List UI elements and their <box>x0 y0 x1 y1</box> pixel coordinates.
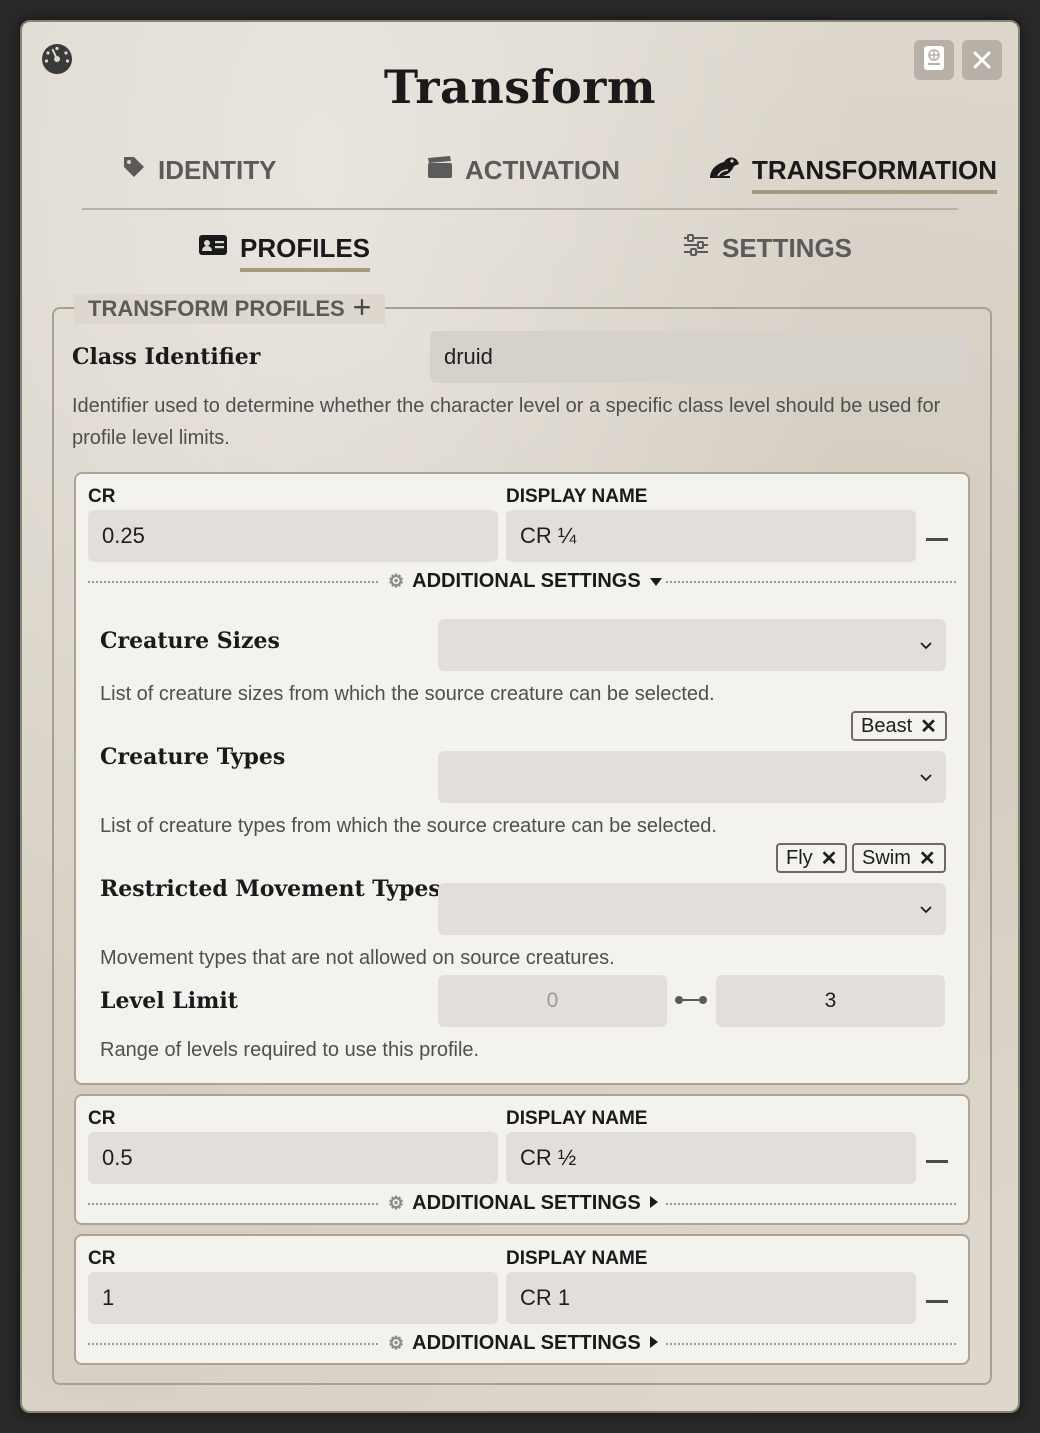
sheet-icon <box>923 45 945 76</box>
remove-tag-icon[interactable]: ✕ <box>919 846 936 871</box>
level-limit-hint: Range of levels required to use this pro… <box>100 1039 480 1061</box>
divider <box>666 1343 956 1345</box>
tag-fly[interactable]: Fly ✕ <box>776 843 848 873</box>
creature-sizes-select[interactable] <box>438 619 946 671</box>
display-name-label: DISPLAY NAME <box>506 1248 648 1269</box>
tab-identity[interactable]: IDENTITY <box>122 150 276 190</box>
tag-label: Fly <box>786 846 813 869</box>
level-limit-min-input[interactable]: 0 <box>438 975 667 1027</box>
sheet-button[interactable] <box>914 40 954 80</box>
level-limit-label: Level Limit <box>100 988 238 1014</box>
additional-settings-toggle[interactable]: ⚙ ADDITIONAL SETTINGS <box>388 570 663 593</box>
creature-sizes-hint: List of creature sizes from which the so… <box>100 683 715 705</box>
class-identifier-label: Class Identifier <box>72 344 261 370</box>
legend-label: TRANSFORM PROFILES <box>88 296 345 321</box>
profile-card: CR DISPLAY NAME 0.5 CR ½ ⚙ ADDITIONAL SE… <box>74 1094 970 1225</box>
primary-tabs: IDENTITY ACTIVATION TRANSFORMATION <box>22 150 1018 210</box>
chevron-down-icon <box>920 903 932 915</box>
profile-card: CR DISPLAY NAME 0.25 CR ¼ ⚙ ADDITIONAL S… <box>74 472 970 1085</box>
restricted-movement-hint: Movement types that are not allowed on s… <box>100 947 615 969</box>
tab-transformation[interactable]: TRANSFORMATION <box>708 150 998 194</box>
caret-right-icon <box>649 1332 659 1355</box>
transform-dialog: Transform IDENTITY ACTIVATION TRANSFORMA… <box>20 20 1020 1413</box>
divider <box>88 1343 378 1345</box>
profile-card: CR DISPLAY NAME 1 CR 1 ⚙ ADDITIONAL SETT… <box>74 1234 970 1365</box>
remove-profile-button[interactable] <box>926 538 948 541</box>
tab-label: ACTIVATION <box>465 154 621 185</box>
level-limit-max-input[interactable]: 3 <box>716 975 945 1027</box>
additional-settings-label: ADDITIONAL SETTINGS <box>412 1332 641 1354</box>
tab-label: SETTINGS <box>722 232 853 263</box>
divider <box>666 1203 956 1205</box>
tag-swim[interactable]: Swim ✕ <box>852 843 946 873</box>
sliders-icon <box>682 233 710 264</box>
range-connector-icon <box>674 992 708 1013</box>
cr-label: CR <box>88 1108 116 1129</box>
cr-input[interactable]: 1 <box>88 1272 498 1324</box>
remove-profile-button[interactable] <box>926 1300 948 1303</box>
additional-settings-label: ADDITIONAL SETTINGS <box>412 570 641 592</box>
tag-icon <box>122 155 146 186</box>
display-name-input[interactable]: CR ¼ <box>506 510 916 562</box>
add-profile-button[interactable]: + <box>353 289 372 326</box>
frog-icon <box>708 154 740 187</box>
tab-settings[interactable]: SETTINGS <box>682 228 852 268</box>
gears-icon: ⚙ <box>388 1193 405 1213</box>
tab-activation[interactable]: ACTIVATION <box>427 150 620 190</box>
id-card-icon <box>198 233 228 264</box>
caret-down-icon <box>649 570 663 593</box>
creature-sizes-label: Creature Sizes <box>100 628 280 654</box>
display-name-input[interactable]: CR ½ <box>506 1132 916 1184</box>
creature-types-select[interactable] <box>438 751 946 803</box>
divider <box>666 581 956 583</box>
divider <box>88 1203 378 1205</box>
remove-tag-icon[interactable]: ✕ <box>920 714 937 739</box>
cr-label: CR <box>88 486 116 507</box>
tab-label: IDENTITY <box>158 154 277 185</box>
class-identifier-hint: Identifier used to determine whether the… <box>72 395 941 449</box>
tabs-divider <box>82 208 958 210</box>
display-name-input[interactable]: CR 1 <box>506 1272 916 1324</box>
close-icon <box>973 44 991 76</box>
display-name-label: DISPLAY NAME <box>506 1108 648 1129</box>
cr-input[interactable]: 0.25 <box>88 510 498 562</box>
dialog-title: Transform <box>383 60 657 114</box>
tag-beast[interactable]: Beast ✕ <box>851 711 947 741</box>
additional-settings-toggle[interactable]: ⚙ ADDITIONAL SETTINGS <box>388 1192 659 1215</box>
remove-profile-button[interactable] <box>926 1160 948 1163</box>
cr-input[interactable]: 0.5 <box>88 1132 498 1184</box>
class-identifier-input[interactable]: druid <box>430 331 970 383</box>
tab-label: PROFILES <box>240 233 371 272</box>
close-button[interactable] <box>962 40 1002 80</box>
additional-settings-label: ADDITIONAL SETTINGS <box>412 1192 641 1214</box>
tag-label: Swim <box>862 846 911 869</box>
cr-label: CR <box>88 1248 116 1269</box>
transform-profiles-legend: TRANSFORM PROFILES + <box>74 289 386 325</box>
tag-label: Beast <box>861 714 913 737</box>
gears-icon: ⚙ <box>388 571 405 591</box>
additional-settings-toggle[interactable]: ⚙ ADDITIONAL SETTINGS <box>388 1332 659 1355</box>
gears-icon: ⚙ <box>388 1333 405 1353</box>
creature-types-hint: List of creature types from which the so… <box>100 815 717 837</box>
chevron-down-icon <box>920 639 932 651</box>
remove-tag-icon[interactable]: ✕ <box>821 846 838 871</box>
restricted-movement-select[interactable] <box>438 883 946 935</box>
display-name-label: DISPLAY NAME <box>506 486 648 507</box>
chevron-down-icon <box>920 771 932 783</box>
secondary-tabs: PROFILES SETTINGS <box>22 228 1018 288</box>
caret-right-icon <box>649 1192 659 1215</box>
tab-label: TRANSFORMATION <box>752 155 998 194</box>
tab-profiles[interactable]: PROFILES <box>198 228 371 272</box>
clapperboard-icon <box>427 155 453 186</box>
creature-types-label: Creature Types <box>100 744 286 770</box>
divider <box>88 581 378 583</box>
restricted-movement-label: Restricted Movement Types <box>100 876 441 902</box>
